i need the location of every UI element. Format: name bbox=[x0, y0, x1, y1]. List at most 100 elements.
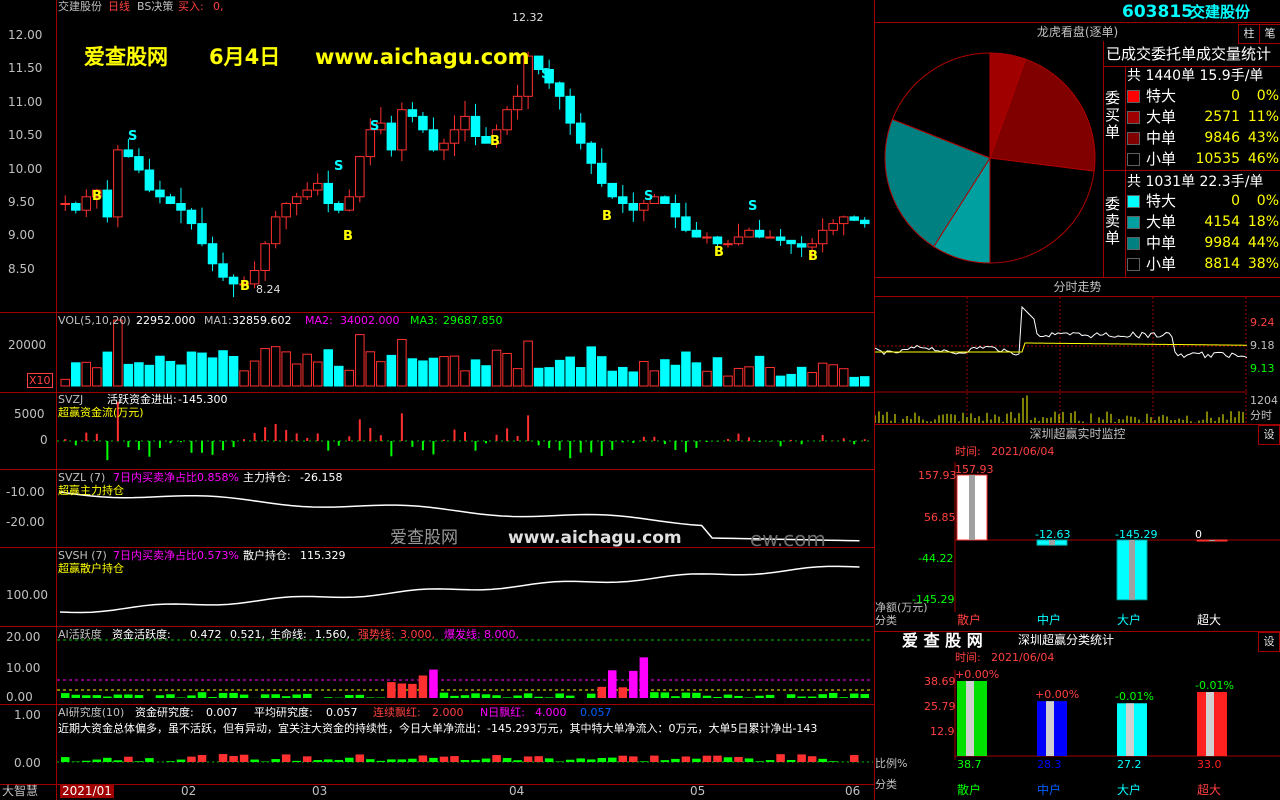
candle-body bbox=[723, 243, 733, 246]
activity-bar bbox=[828, 692, 838, 698]
activity-bar bbox=[481, 694, 491, 698]
ai-active-axis-1: 20.00 bbox=[6, 630, 41, 644]
classify-category: 超大 bbox=[1197, 783, 1222, 797]
vol-ma3-value: 29687.850 bbox=[443, 314, 503, 327]
monitor-value-label: -12.63 bbox=[1035, 528, 1071, 541]
activity-bar bbox=[229, 692, 238, 698]
row-count: 9984 bbox=[1204, 235, 1240, 251]
buy-slice bbox=[989, 157, 1095, 264]
candle-body bbox=[744, 229, 754, 238]
volume-bar bbox=[355, 334, 365, 387]
svzj-label: SVZJ bbox=[58, 393, 84, 406]
ai-active-v4: 3.000, bbox=[400, 628, 435, 641]
candle-body bbox=[691, 229, 702, 238]
research-bar bbox=[366, 759, 375, 762]
svsh-name: 散户持仓: bbox=[243, 549, 291, 562]
volume-bar bbox=[386, 354, 397, 387]
candle-body bbox=[428, 129, 439, 151]
volume-bar bbox=[92, 367, 102, 387]
row-count: 0 bbox=[1231, 88, 1240, 104]
candlesticks: B B B B B B B S S S S S S bbox=[60, 51, 870, 298]
research-bar bbox=[103, 757, 112, 762]
volume-bar bbox=[270, 346, 281, 387]
research-bar bbox=[660, 760, 670, 762]
watermark-site: 爱查股网 bbox=[84, 45, 168, 69]
row-pct: 0% bbox=[1256, 88, 1279, 104]
research-bar bbox=[818, 758, 827, 762]
monitor-settings-button[interactable]: 设 bbox=[1258, 425, 1280, 445]
svzl-value: -26.158 bbox=[300, 471, 343, 484]
activity-bar bbox=[608, 670, 617, 698]
activity-bar bbox=[355, 694, 365, 698]
monitor-unit: 净额(万元) bbox=[875, 601, 928, 614]
volume-bar bbox=[670, 364, 681, 387]
volume-bar bbox=[218, 350, 228, 387]
row-pct: 44% bbox=[1247, 235, 1279, 251]
volume-bar bbox=[344, 369, 355, 387]
candle-body bbox=[607, 182, 618, 198]
sell-side-label: 委卖单 bbox=[1105, 195, 1121, 247]
activity-bar bbox=[197, 692, 207, 698]
ai-research-t1: 资金研究度: bbox=[135, 706, 194, 719]
candle-body bbox=[270, 216, 281, 245]
volume-bar bbox=[123, 363, 134, 387]
candle-body bbox=[460, 115, 470, 131]
research-bar bbox=[650, 755, 659, 762]
stock-code-name: 交建股份 bbox=[1190, 3, 1251, 21]
buy-signal: B bbox=[343, 229, 353, 244]
ai-research-comment: 近期大资金总体偏多，虽不活跃，但有异动，宜关注大资金的持续性，今日大单净流出：-… bbox=[58, 722, 818, 735]
monitor-value-label: 0 bbox=[1195, 528, 1202, 541]
candle-body bbox=[165, 196, 176, 205]
activity-bar bbox=[681, 692, 691, 698]
research-bar bbox=[702, 755, 712, 762]
monitor-cat-label: 分类 bbox=[875, 614, 897, 627]
row-name: 中单 bbox=[1146, 129, 1177, 147]
volume-bar bbox=[334, 365, 344, 387]
classify-time: 2021/06/04 bbox=[991, 651, 1055, 664]
candle-body bbox=[281, 203, 291, 218]
candle-body bbox=[702, 236, 712, 239]
activity-bar bbox=[61, 693, 70, 698]
watermark-mid-tail: ew.com bbox=[750, 527, 826, 551]
research-bar bbox=[187, 756, 196, 762]
volume-bar bbox=[144, 364, 155, 387]
activity-bar bbox=[650, 692, 659, 698]
candle-body bbox=[849, 216, 859, 221]
ai-research-v1: 0.007 bbox=[206, 706, 238, 719]
volume-bar bbox=[481, 365, 491, 387]
candle-body bbox=[775, 236, 786, 241]
ai-active-v3: 1.560, bbox=[315, 628, 350, 641]
classify-settings-button[interactable]: 设 bbox=[1258, 632, 1280, 652]
ai-research-label: AI研究度(10) bbox=[58, 706, 125, 719]
research-bar bbox=[355, 754, 365, 762]
period-label[interactable]: 日线 bbox=[108, 0, 130, 13]
monitor-bar-highlight bbox=[969, 475, 975, 540]
research-bar bbox=[565, 759, 575, 762]
classify-value-label: 28.3 bbox=[1037, 758, 1062, 771]
volume-bar bbox=[470, 359, 481, 387]
ai-research-t4: N日飘红: bbox=[480, 706, 525, 719]
indicator-label[interactable]: BS决策 bbox=[137, 0, 173, 13]
research-bar bbox=[113, 760, 123, 762]
activity-bar bbox=[692, 692, 701, 698]
buy-signal: B bbox=[92, 189, 102, 204]
row-name: 特大 bbox=[1146, 192, 1177, 210]
research-bar bbox=[555, 761, 564, 762]
research-bar bbox=[629, 756, 638, 762]
classify-value-label: 33.0 bbox=[1197, 758, 1222, 771]
volume-bar bbox=[786, 373, 796, 387]
price-tick: 9.50 bbox=[8, 195, 35, 209]
buy-signal: B bbox=[602, 209, 612, 224]
row-pct: 18% bbox=[1247, 214, 1279, 230]
vol-ma3-label: MA3: bbox=[410, 314, 438, 327]
research-bar bbox=[82, 760, 91, 762]
ai-research-v5: 0.057 bbox=[580, 706, 612, 719]
classify-axis-2: 25.79 bbox=[924, 700, 956, 713]
classify-time-label: 时间: bbox=[955, 651, 981, 664]
candle-body bbox=[670, 203, 681, 218]
research-bar bbox=[597, 758, 607, 762]
stock-name: 交建股份 bbox=[58, 0, 102, 13]
volume-bar bbox=[607, 370, 618, 387]
candle-body bbox=[596, 162, 607, 184]
monitor-value-label: 157.93 bbox=[955, 463, 994, 476]
